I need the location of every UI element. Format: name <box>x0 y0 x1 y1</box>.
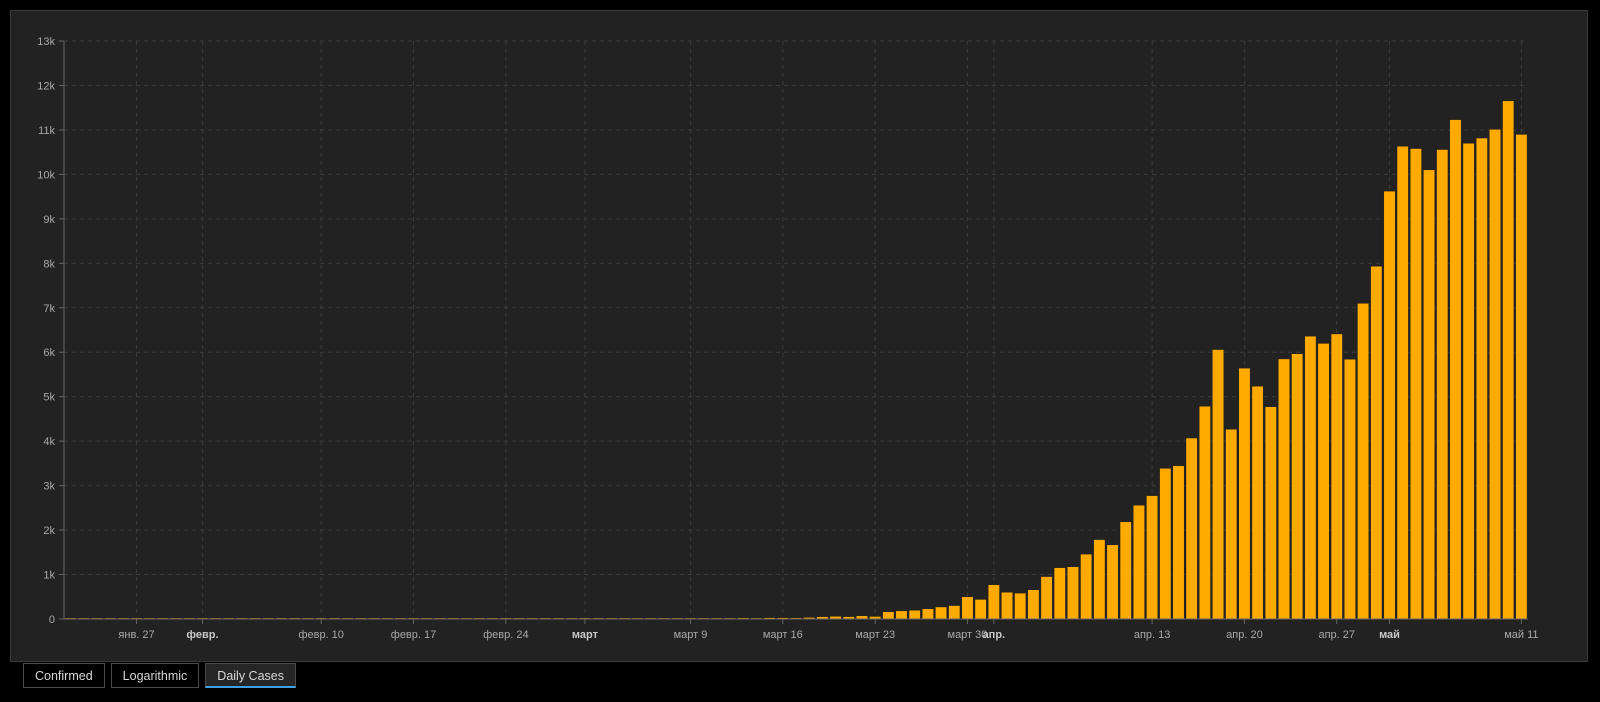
x-tick-label: февр. 10 <box>298 629 343 641</box>
bar[interactable] <box>1475 137 1488 620</box>
bar[interactable] <box>1436 149 1449 620</box>
bar[interactable] <box>1502 100 1515 620</box>
y-tick-label: 0 <box>49 614 55 626</box>
bar[interactable] <box>987 584 1000 620</box>
bar[interactable] <box>961 596 974 620</box>
x-tick-label: февр. 17 <box>391 629 436 641</box>
bar[interactable] <box>935 606 947 620</box>
bar[interactable] <box>1198 406 1211 620</box>
x-tick-label: апр. 20 <box>1226 629 1263 641</box>
x-tick-label: апр. 27 <box>1318 629 1355 641</box>
bar[interactable] <box>1159 468 1172 620</box>
bar[interactable] <box>1410 148 1422 620</box>
y-tick-label: 6k <box>43 347 55 359</box>
y-tick-label: 7k <box>43 303 55 315</box>
x-tick-label: март <box>572 629 599 641</box>
bar[interactable] <box>1119 521 1132 620</box>
tab-logarithmic[interactable]: Logarithmic <box>110 663 200 688</box>
bar[interactable] <box>1423 169 1435 620</box>
chart-tabs: Confirmed Logarithmic Daily Cases <box>23 663 296 689</box>
bar[interactable] <box>1067 566 1079 620</box>
y-tick-label: 3k <box>43 481 55 493</box>
x-tick-label: апр. 13 <box>1134 629 1171 641</box>
x-tick-label: май <box>1379 629 1400 641</box>
bar[interactable] <box>1225 429 1238 620</box>
bar[interactable] <box>1291 353 1304 620</box>
bar[interactable] <box>1462 143 1475 620</box>
bar[interactable] <box>1093 539 1106 620</box>
x-tick-label: март 23 <box>855 629 895 641</box>
bar[interactable] <box>1344 359 1356 620</box>
bar[interactable] <box>1146 495 1158 620</box>
bar[interactable] <box>1515 134 1528 620</box>
bar[interactable] <box>895 610 908 620</box>
bar[interactable] <box>1489 129 1501 620</box>
x-tick-label: апр. <box>983 629 1006 641</box>
bar[interactable] <box>1449 119 1462 620</box>
bar[interactable] <box>974 599 987 620</box>
bar[interactable] <box>1001 592 1013 620</box>
x-tick-label: февр. <box>186 629 218 641</box>
bar[interactable] <box>1304 335 1317 620</box>
tab-confirmed[interactable]: Confirmed <box>23 663 105 688</box>
bar[interactable] <box>1278 358 1290 620</box>
bar[interactable] <box>1027 589 1040 620</box>
bar[interactable] <box>1370 266 1383 620</box>
bar[interactable] <box>1080 553 1093 620</box>
y-tick-label: 11k <box>38 125 55 137</box>
bar[interactable] <box>908 610 921 620</box>
y-tick-label: 1k <box>43 570 55 582</box>
y-tick-label: 2k <box>43 525 55 537</box>
chart-panel: 0 1k 2k 3k 4k 5k 6k 7k 8k 9k 10k 11k 12k 13k янв. 27 фе… <box>10 10 1588 662</box>
bar[interactable] <box>1317 343 1330 620</box>
x-tick-label: май 11 <box>1504 629 1538 641</box>
bar[interactable] <box>1357 303 1369 620</box>
bar[interactable] <box>948 605 961 620</box>
x-tick-label: янв. 27 <box>118 629 154 641</box>
bar[interactable] <box>1212 349 1224 620</box>
bar[interactable] <box>882 611 895 620</box>
bar[interactable] <box>1053 567 1066 620</box>
bar[interactable] <box>1383 190 1396 620</box>
y-tick-label: 10k <box>37 169 55 181</box>
y-tick-label: 4k <box>43 436 55 448</box>
bar[interactable] <box>1238 367 1251 620</box>
bar[interactable] <box>1251 386 1264 620</box>
bar[interactable] <box>922 608 934 620</box>
bar[interactable] <box>1330 333 1343 620</box>
bar[interactable] <box>1172 465 1185 620</box>
y-tick-label: 8k <box>43 258 55 270</box>
x-tick-label: февр. 24 <box>483 629 528 641</box>
y-tick-label: 5k <box>43 392 55 404</box>
y-tick-label: 9k <box>43 214 55 226</box>
bar[interactable] <box>1396 146 1409 620</box>
bar[interactable] <box>1040 576 1053 620</box>
y-tick-label: 12k <box>37 80 55 92</box>
bar[interactable] <box>1014 592 1027 620</box>
bar[interactable] <box>1106 544 1119 620</box>
y-tick-label: 13k <box>37 36 55 48</box>
bar[interactable] <box>1264 406 1277 620</box>
bar[interactable] <box>1133 505 1145 620</box>
tab-daily-cases[interactable]: Daily Cases <box>205 663 296 688</box>
daily-cases-chart: 0 1k 2k 3k 4k 5k 6k 7k 8k 9k 10k 11k 12k 13k янв. 27 фе… <box>37 36 1538 641</box>
x-tick-label: март 16 <box>763 629 803 641</box>
x-tick-label: март 9 <box>674 629 708 641</box>
bar[interactable] <box>1185 437 1198 620</box>
x-tick-label: март 30 <box>948 629 988 641</box>
